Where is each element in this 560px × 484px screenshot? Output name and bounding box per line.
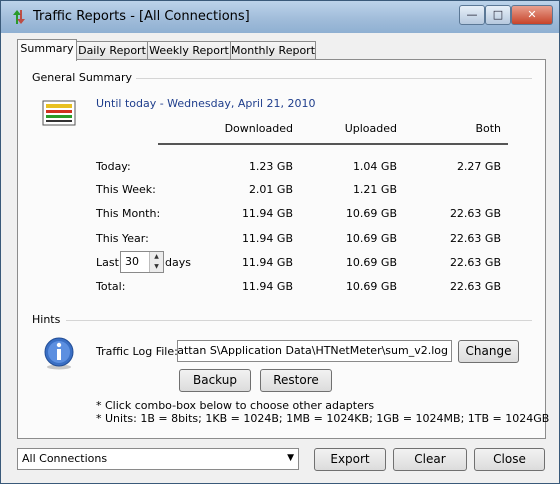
row-label-month: This Month: xyxy=(96,207,161,220)
clear-button[interactable]: Clear xyxy=(393,448,467,471)
close-button[interactable]: Close xyxy=(474,448,545,471)
row-label-last: Last xyxy=(96,256,119,269)
traffic-arrows-icon xyxy=(13,10,25,24)
general-summary-label: General Summary xyxy=(32,71,137,84)
traffic-reports-window: Traffic Reports - [All Connections] — □ … xyxy=(0,0,560,484)
hint-adapters: * Click combo-box below to choose other … xyxy=(96,399,375,412)
traffic-log-label: Traffic Log File: xyxy=(96,345,178,358)
row-label-week: This Week: xyxy=(96,183,156,196)
restore-button[interactable]: Restore xyxy=(260,369,332,392)
row-label-today: Today: xyxy=(96,160,131,173)
summary-panel: General Summary Until today - Wednesday,… xyxy=(17,59,550,439)
col-uploaded-header: Uploaded xyxy=(344,122,397,135)
last-days-spinner[interactable]: 30 ▲ ▼ xyxy=(120,251,164,273)
today-both: 2.27 GB xyxy=(456,160,501,173)
tab-weekly-report[interactable]: Weekly Report xyxy=(147,41,231,60)
week-uploaded: 1.21 GB xyxy=(352,183,397,196)
close-window-button[interactable]: ✕ xyxy=(511,5,553,25)
minimize-button[interactable]: — xyxy=(459,5,485,25)
year-downloaded: 11.94 GB xyxy=(241,232,293,245)
month-uploaded: 10.69 GB xyxy=(345,207,397,220)
chevron-down-icon[interactable]: ▼ xyxy=(287,453,294,463)
hint-units: * Units: 1B = 8bits; 1KB = 1024B; 1MB = … xyxy=(96,412,550,425)
export-button[interactable]: Export xyxy=(314,448,386,471)
days-label: days xyxy=(165,256,191,269)
row-label-total: Total: xyxy=(96,280,126,293)
tab-daily-report[interactable]: Daily Report xyxy=(76,41,148,60)
last-both: 22.63 GB xyxy=(449,256,501,269)
header-divider xyxy=(158,143,508,145)
window-title: Traffic Reports - [All Connections] xyxy=(33,9,250,24)
backup-button[interactable]: Backup xyxy=(179,369,251,392)
row-label-year: This Year: xyxy=(96,232,149,245)
traffic-log-path: ngs\Rattan S\Application Data\HTNetMeter… xyxy=(177,344,448,357)
col-downloaded-header: Downloaded xyxy=(224,122,293,135)
info-icon xyxy=(44,337,74,370)
tab-monthly-report[interactable]: Monthly Report xyxy=(230,41,316,60)
title-bar[interactable]: Traffic Reports - [All Connections] — □ … xyxy=(1,1,559,33)
spin-down-icon[interactable]: ▼ xyxy=(150,262,163,272)
adapter-selected-value: All Connections xyxy=(22,452,108,465)
change-button[interactable]: Change xyxy=(458,340,519,363)
summary-chart-icon xyxy=(42,100,76,126)
month-downloaded: 11.94 GB xyxy=(241,207,293,220)
col-both-header: Both xyxy=(475,122,501,135)
last-downloaded: 11.94 GB xyxy=(241,256,293,269)
year-both: 22.63 GB xyxy=(449,232,501,245)
month-both: 22.63 GB xyxy=(449,207,501,220)
last-days-value[interactable]: 30 xyxy=(125,255,139,268)
tab-summary[interactable]: Summary xyxy=(17,39,77,61)
hints-label: Hints xyxy=(32,313,65,326)
spinner-buttons: ▲ ▼ xyxy=(149,252,163,272)
traffic-log-path-field[interactable]: ngs\Rattan S\Application Data\HTNetMeter… xyxy=(177,340,452,362)
maximize-button[interactable]: □ xyxy=(485,5,511,25)
hints-divider xyxy=(66,320,532,321)
year-uploaded: 10.69 GB xyxy=(345,232,397,245)
adapter-combo-box[interactable]: All Connections ▼ xyxy=(17,448,299,470)
today-downloaded: 1.23 GB xyxy=(248,160,293,173)
last-uploaded: 10.69 GB xyxy=(345,256,397,269)
total-uploaded: 10.69 GB xyxy=(345,280,397,293)
today-uploaded: 1.04 GB xyxy=(352,160,397,173)
total-downloaded: 11.94 GB xyxy=(241,280,293,293)
date-range-text: Until today - Wednesday, April 21, 2010 xyxy=(96,97,316,110)
group-divider xyxy=(120,78,532,79)
week-downloaded: 2.01 GB xyxy=(248,183,293,196)
total-both: 22.63 GB xyxy=(449,280,501,293)
